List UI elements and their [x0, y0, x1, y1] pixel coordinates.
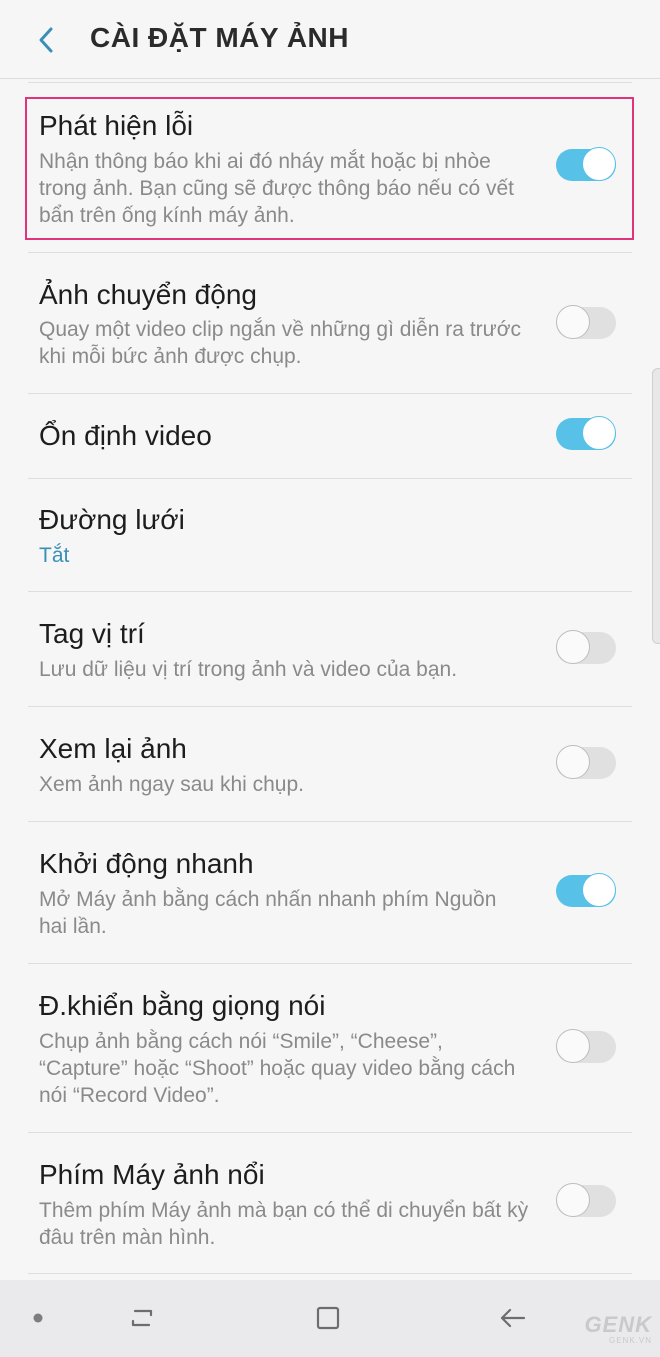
voice-control-toggle[interactable] [556, 1029, 616, 1064]
floating-camera-button-toggle[interactable] [556, 1183, 616, 1218]
location-tags-toggle[interactable] [556, 630, 616, 665]
setting-description: Xem ảnh ngay sau khi chụp. [39, 773, 305, 796]
review-pictures-toggle[interactable] [556, 745, 616, 780]
toggle-thumb [556, 305, 590, 339]
quick-launch-toggle[interactable] [556, 873, 616, 908]
nav-dot-button[interactable] [18, 1298, 58, 1338]
setting-title: Khởi động nhanh [39, 848, 254, 879]
motion-photo-toggle[interactable] [556, 305, 616, 340]
setting-title: Tag vị trí [39, 618, 145, 649]
back-nav-button[interactable] [492, 1298, 532, 1338]
setting-row-grid-lines[interactable]: Đường lưới Tắt [0, 479, 660, 591]
setting-row-motion-photo[interactable]: Ảnh chuyển động Quay một video clip ngắn… [0, 253, 660, 393]
toggle-thumb [556, 1029, 590, 1063]
scrollbar[interactable] [652, 368, 660, 644]
setting-description: Mở Máy ảnh bằng cách nhấn nhanh phím Ngu… [39, 888, 497, 938]
recent-apps-button[interactable] [122, 1298, 162, 1338]
app-header: CÀI ĐẶT MÁY ẢNH [0, 0, 660, 79]
toggle-thumb [582, 416, 616, 450]
watermark-brand: GENK [584, 1312, 652, 1337]
divider [28, 1273, 632, 1274]
toggle-thumb [556, 1183, 590, 1217]
setting-value: Tắt [39, 544, 70, 567]
video-stabilization-toggle[interactable] [556, 416, 616, 451]
toggle-thumb [582, 873, 616, 907]
arrow-left-icon [500, 1308, 526, 1328]
toggle-thumb [556, 630, 590, 664]
setting-title: Đ.khiển bằng giọng nói [39, 990, 326, 1021]
setting-description: Chụp ảnh bằng cách nói “Smile”, “Cheese”… [39, 1030, 516, 1107]
setting-description: Quay một video clip ngắn về những gì diễ… [39, 318, 521, 368]
divider [28, 82, 632, 83]
setting-title: Ổn định video [39, 420, 212, 451]
home-button[interactable] [308, 1298, 348, 1338]
toggle-thumb [556, 745, 590, 779]
setting-row-location-tags[interactable]: Tag vị trí Lưu dữ liệu vị trí trong ảnh … [0, 592, 660, 706]
setting-row-review-pictures[interactable]: Xem lại ảnh Xem ảnh ngay sau khi chụp. [0, 707, 660, 821]
setting-row-video-stabilization[interactable]: Ổn định video [0, 394, 660, 478]
watermark-logo: GENK GENK.VN [540, 1312, 652, 1345]
setting-row-voice-control[interactable]: Đ.khiển bằng giọng nói Chụp ảnh bằng các… [0, 964, 660, 1132]
setting-title: Ảnh chuyển động [39, 279, 257, 310]
chevron-left-icon [39, 27, 53, 53]
setting-title: Phím Máy ảnh nổi [39, 1159, 265, 1190]
home-icon [316, 1306, 340, 1330]
recent-apps-icon [131, 1309, 153, 1327]
setting-row-floating-camera-button[interactable]: Phím Máy ảnh nổi Thêm phím Máy ảnh mà bạ… [0, 1133, 660, 1273]
setting-title: Đường lưới [39, 504, 185, 535]
page-title: CÀI ĐẶT MÁY ẢNH [90, 22, 349, 53]
setting-row-quick-launch[interactable]: Khởi động nhanh Mở Máy ảnh bằng cách nhấ… [0, 822, 660, 963]
setting-title: Xem lại ảnh [39, 733, 187, 764]
highlight-frame [25, 97, 634, 240]
dot-icon [33, 1313, 43, 1323]
setting-description: Lưu dữ liệu vị trí trong ảnh và video củ… [39, 658, 458, 681]
setting-description: Thêm phím Máy ảnh mà bạn có thể di chuyể… [39, 1199, 529, 1249]
back-button[interactable] [28, 22, 64, 58]
